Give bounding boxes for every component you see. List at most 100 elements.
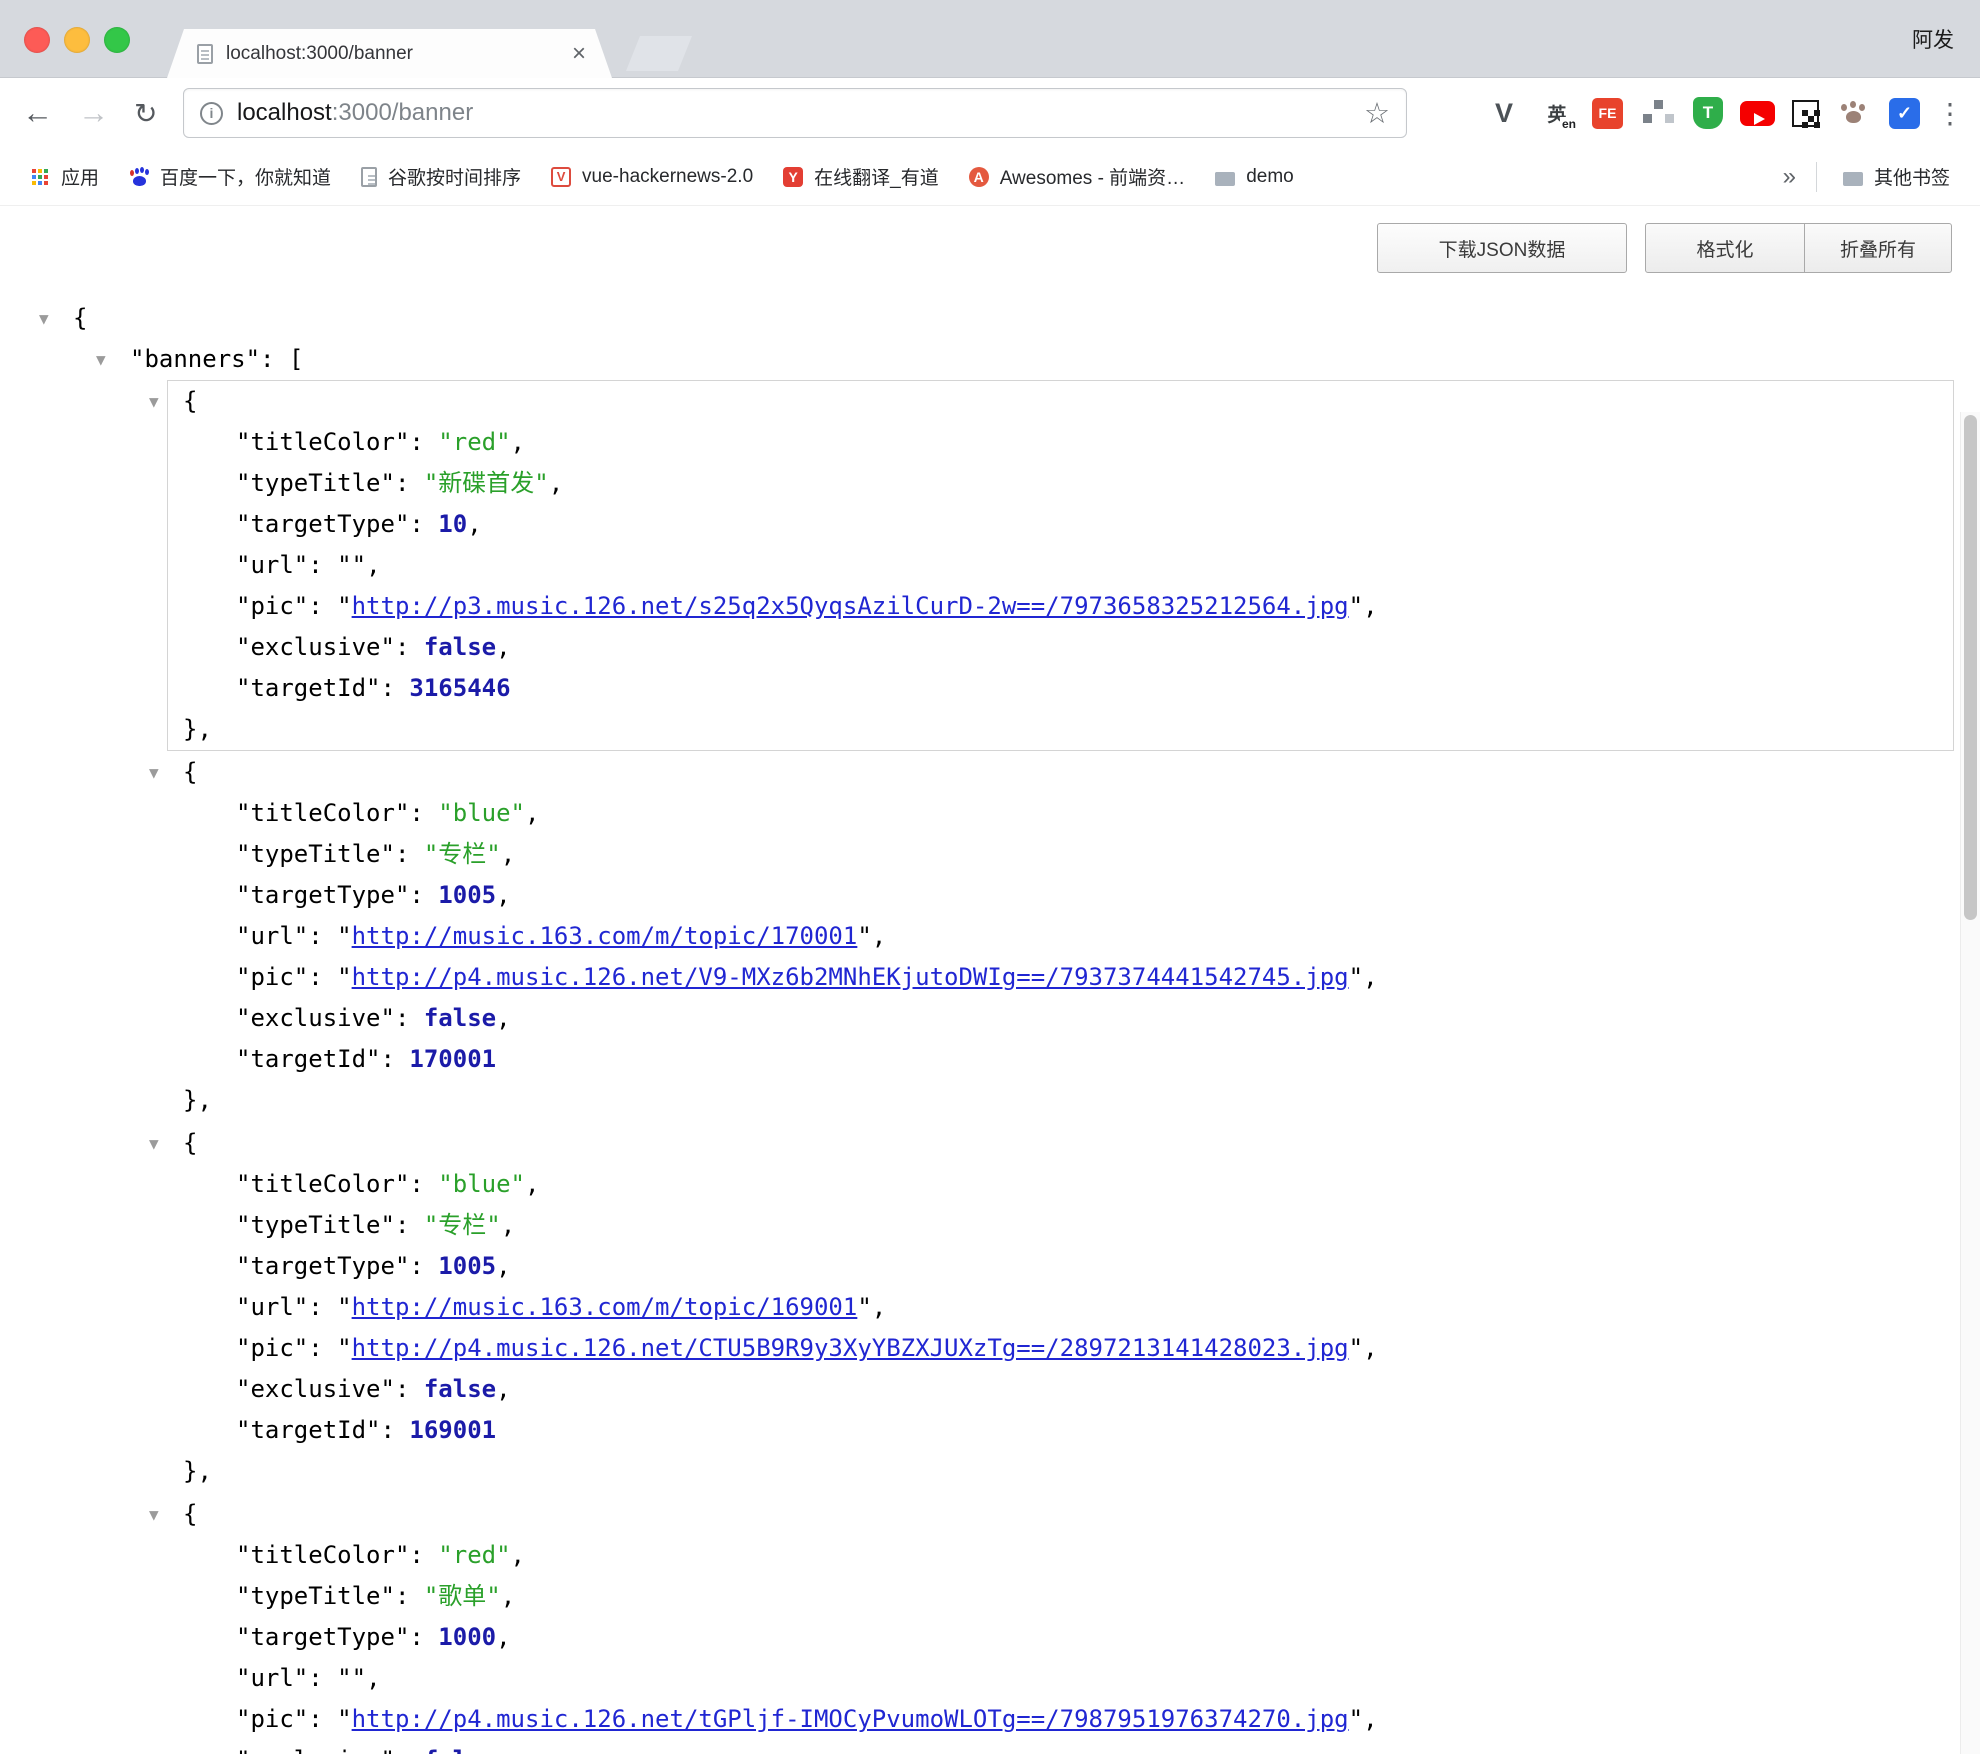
vimium-v-extension-icon[interactable]: V	[1486, 95, 1522, 131]
json-link[interactable]: http://p4.music.126.net/CTU5B9R9y3XyYBZX…	[352, 1334, 1349, 1362]
json-key: "url"	[236, 551, 308, 579]
scrollbar-thumb[interactable]	[1964, 415, 1977, 920]
page-icon	[361, 167, 377, 187]
org-chart-extension-icon[interactable]	[1640, 95, 1676, 131]
bookmark-item[interactable]: demo	[1203, 156, 1306, 198]
translate-extension-icon[interactable]: 英en	[1539, 95, 1575, 131]
json-link[interactable]: http://music.163.com/m/topic/169001	[352, 1293, 858, 1321]
new-tab-button[interactable]	[626, 36, 692, 71]
bookmark-item[interactable]: 百度一下，你就知道	[117, 156, 343, 198]
json-line: "targetType": 1000,	[168, 1617, 1953, 1658]
youtube-extension-icon[interactable]	[1740, 101, 1775, 126]
json-pn: "	[337, 1334, 351, 1362]
collapse-triangle-icon[interactable]: ▼	[149, 1123, 159, 1164]
json-line: ▼{	[168, 1123, 1953, 1164]
qr-code-extension-icon[interactable]	[1792, 100, 1819, 127]
bookmark-item[interactable]: vue-hackernews-2.0	[539, 156, 765, 198]
json-pn: :	[308, 922, 337, 950]
json-pn: ,	[496, 1252, 510, 1280]
back-button[interactable]: ←	[22, 78, 53, 148]
browser-tab[interactable]: localhost:3000/banner ×	[167, 29, 612, 78]
json-line: "url": "",	[168, 1658, 1953, 1699]
minimize-window-button[interactable]	[64, 27, 90, 53]
json-line: ▼{	[168, 381, 1953, 422]
json-pn: :	[409, 881, 438, 909]
profile-name[interactable]: 阿发	[1912, 0, 1954, 78]
bookmark-label: 百度一下，你就知道	[160, 163, 331, 190]
address-bar[interactable]: i localhost:3000/banner ☆	[183, 88, 1407, 138]
json-key: "url"	[236, 1293, 308, 1321]
json-line: "exclusive": false,	[168, 627, 1953, 668]
json-line: "typeTitle": "新碟首发",	[168, 463, 1953, 504]
json-line: },	[168, 1451, 1953, 1492]
format-button[interactable]: 格式化	[1645, 223, 1805, 273]
json-pn: {	[183, 1129, 197, 1157]
blue-shield-extension-icon[interactable]	[1889, 98, 1920, 129]
collapse-triangle-icon[interactable]: ▼	[149, 1494, 159, 1535]
json-line: "pic": "http://p3.music.126.net/s25q2x5Q…	[168, 586, 1953, 627]
reload-button[interactable]: ↻	[134, 78, 157, 148]
bookmark-item[interactable]: 谷歌按时间排序	[349, 156, 533, 198]
json-pn: :	[308, 551, 337, 579]
collapse-triangle-icon[interactable]: ▼	[149, 752, 159, 793]
collapse-triangle-icon[interactable]: ▼	[39, 298, 49, 339]
json-key: "titleColor"	[236, 1541, 409, 1569]
json-link[interactable]: http://p4.music.126.net/V9-MXz6b2MNhEKju…	[352, 963, 1349, 991]
close-window-button[interactable]	[24, 27, 50, 53]
json-line: "targetId": 3165446	[168, 668, 1953, 709]
json-pn: :	[381, 1416, 410, 1444]
json-line: ▼{	[168, 1494, 1953, 1535]
json-pn: ,	[872, 1293, 886, 1321]
json-link[interactable]: http://p3.music.126.net/s25q2x5QyqsAzilC…	[352, 592, 1349, 620]
json-pn: ,	[501, 1211, 515, 1239]
site-info-icon[interactable]: i	[200, 102, 223, 125]
json-pn: :	[381, 1045, 410, 1073]
json-pn: ,	[1363, 1334, 1377, 1362]
json-pn: ,	[1363, 1705, 1377, 1733]
json-line: "targetId": 169001	[168, 1410, 1953, 1451]
json-link[interactable]: http://music.163.com/m/topic/170001	[352, 922, 858, 950]
json-object: ▼{"titleColor": "red","typeTitle": "新碟首发…	[167, 380, 1954, 751]
json-pn: :	[381, 674, 410, 702]
json-link[interactable]: http://p4.music.126.net/tGPljf-IMOCyPvum…	[352, 1705, 1349, 1733]
collapse-all-button[interactable]: 折叠所有	[1804, 223, 1952, 273]
download-json-button[interactable]: 下载JSON数据	[1377, 223, 1627, 273]
awesomes-a-icon	[969, 167, 989, 187]
bookmarks-bar: 应用 百度一下，你就知道谷歌按时间排序 vue-hackernews-2.0 在线翻译…	[0, 148, 1980, 206]
bookmark-item[interactable]: Awesomes - 前端资…	[957, 156, 1197, 198]
tab-close-icon[interactable]: ×	[572, 42, 586, 66]
json-object: ▼{"titleColor": "blue","typeTitle": "专栏"…	[167, 751, 1954, 1122]
json-pn: ,	[511, 428, 525, 456]
bookmark-label: Awesomes - 前端资…	[1000, 163, 1185, 190]
json-pn: "	[1349, 1705, 1363, 1733]
json-pn: ,	[511, 1541, 525, 1569]
json-line: "titleColor": "red",	[168, 1535, 1953, 1576]
json-key: "url"	[236, 922, 308, 950]
json-line: "pic": "http://p4.music.126.net/tGPljf-I…	[168, 1699, 1953, 1740]
paw-extension-icon[interactable]	[1836, 95, 1872, 131]
json-string-value: "新碟首发"	[424, 469, 549, 497]
collapse-triangle-icon[interactable]: ▼	[96, 339, 106, 380]
json-pn: :	[409, 1541, 438, 1569]
browser-menu-icon[interactable]: ⋮	[1936, 78, 1964, 148]
json-boolean-value: false	[424, 633, 496, 661]
json-key: "targetType"	[236, 1252, 409, 1280]
collapse-triangle-icon[interactable]: ▼	[149, 381, 159, 422]
json-key: "titleColor"	[236, 799, 409, 827]
youdao-y-icon	[783, 167, 803, 187]
extensions-row: V 英en FE T	[1486, 78, 1920, 148]
bookmark-star-icon[interactable]: ☆	[1364, 96, 1390, 131]
json-pn: :	[409, 510, 438, 538]
bookmarks-divider	[1816, 162, 1817, 192]
fe-extension-icon[interactable]: FE	[1592, 98, 1623, 129]
zoom-window-button[interactable]	[104, 27, 130, 53]
green-shield-extension-icon[interactable]: T	[1693, 97, 1723, 129]
json-pn: :	[395, 1582, 424, 1610]
json-key: "titleColor"	[236, 428, 409, 456]
bookmark-item[interactable]: 应用	[18, 156, 111, 198]
bookmark-item[interactable]: 在线翻译_有道	[771, 156, 951, 198]
bookmarks-overflow-icon[interactable]: »	[1777, 163, 1802, 191]
bookmark-label: vue-hackernews-2.0	[582, 166, 753, 188]
other-bookmarks-folder[interactable]: 其他书签	[1831, 156, 1962, 198]
json-number-value: 1005	[438, 881, 496, 909]
